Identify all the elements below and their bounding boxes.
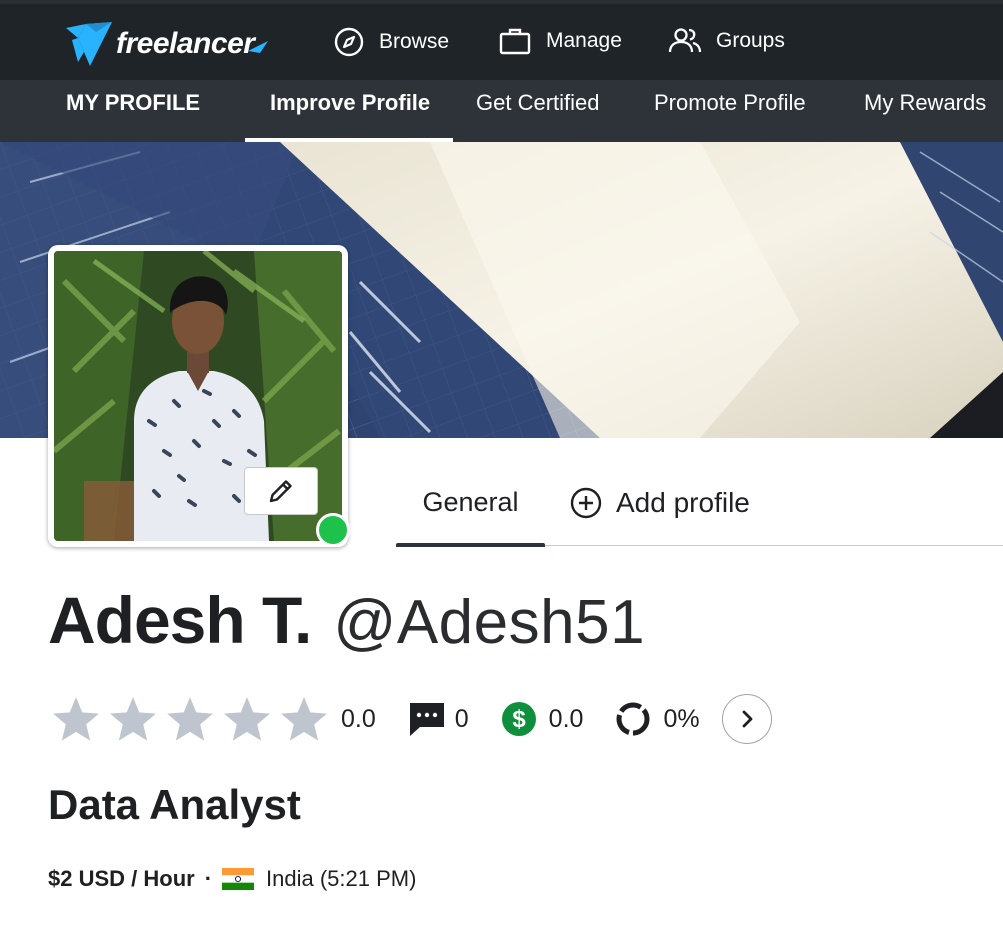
india-flag-icon bbox=[222, 868, 255, 890]
star-icon bbox=[110, 697, 156, 741]
briefcase-icon bbox=[499, 28, 531, 55]
add-profile-button[interactable]: Add profile bbox=[570, 460, 750, 546]
star-icon bbox=[281, 697, 327, 741]
rating-value: 0.0 bbox=[341, 704, 376, 733]
nav-groups-label: Groups bbox=[716, 29, 785, 52]
profile-name-row: Adesh T. @Adesh51 bbox=[48, 582, 645, 658]
profile-avatar-card bbox=[48, 245, 350, 547]
more-stats-button[interactable] bbox=[721, 694, 772, 744]
compass-icon bbox=[334, 27, 364, 57]
profile-username: @Adesh51 bbox=[333, 588, 646, 657]
star-icon bbox=[167, 697, 213, 741]
completion-value: 0% bbox=[663, 704, 700, 733]
svg-text:$: $ bbox=[512, 706, 526, 733]
profile-sub-navigation: MY PROFILE Improve Profile Get Certified… bbox=[0, 80, 1003, 142]
top-navigation-bar: freelancer Browse Manage Groups bbox=[0, 0, 1003, 80]
subnav-my-profile[interactable]: MY PROFILE bbox=[66, 80, 200, 142]
edit-photo-button[interactable] bbox=[244, 467, 318, 515]
subnav-promote-profile[interactable]: Promote Profile bbox=[654, 80, 806, 142]
plus-circle-icon bbox=[570, 487, 602, 519]
profile-full-name: Adesh T. bbox=[48, 583, 312, 657]
star-icon bbox=[224, 697, 270, 741]
dollar-circle-icon: $ bbox=[501, 702, 536, 736]
completion-stat: 0% bbox=[615, 701, 700, 737]
profile-tabs: General Add profile bbox=[396, 460, 1003, 547]
logo-wordmark: freelancer bbox=[116, 27, 255, 60]
earnings-stat: $ 0.0 bbox=[501, 701, 584, 737]
separator-dot: · bbox=[204, 866, 213, 891]
subnav-my-rewards[interactable]: My Rewards bbox=[864, 80, 986, 142]
chat-bubble-icon bbox=[409, 703, 444, 736]
progress-ring-icon bbox=[616, 702, 650, 736]
reviews-stat: 0 bbox=[408, 700, 469, 738]
tab-general[interactable]: General bbox=[396, 460, 545, 547]
freelancer-logo[interactable]: freelancer bbox=[66, 22, 269, 66]
rating-stars bbox=[50, 694, 335, 744]
profile-info-row: $2 USD / Hour · India (5:21 PM) bbox=[48, 866, 416, 892]
users-icon bbox=[668, 28, 702, 53]
star-icon bbox=[53, 697, 99, 741]
profile-stats-row: 0.0 0 $ 0.0 0% bbox=[50, 692, 772, 746]
nav-groups[interactable]: Groups bbox=[668, 26, 785, 56]
nav-manage-label: Manage bbox=[546, 29, 622, 52]
pencil-icon bbox=[269, 480, 292, 503]
nav-browse[interactable]: Browse bbox=[333, 26, 449, 58]
nav-browse-label: Browse bbox=[379, 30, 450, 53]
subnav-improve-profile[interactable]: Improve Profile bbox=[244, 80, 454, 142]
reviews-count: 0 bbox=[454, 704, 469, 733]
nav-manage[interactable]: Manage bbox=[498, 26, 622, 56]
logo-swoosh-icon bbox=[248, 41, 269, 53]
chevron-right-icon bbox=[742, 710, 752, 728]
freelancer-bird-icon bbox=[66, 22, 112, 66]
profile-location: India (5:21 PM) bbox=[266, 866, 417, 891]
online-status-indicator bbox=[316, 513, 350, 547]
subnav-get-certified[interactable]: Get Certified bbox=[476, 80, 600, 142]
profile-headline: Data Analyst bbox=[48, 781, 301, 828]
add-profile-label: Add profile bbox=[616, 487, 750, 518]
earnings-value: 0.0 bbox=[548, 704, 584, 733]
hourly-rate: $2 USD / Hour bbox=[48, 866, 195, 891]
